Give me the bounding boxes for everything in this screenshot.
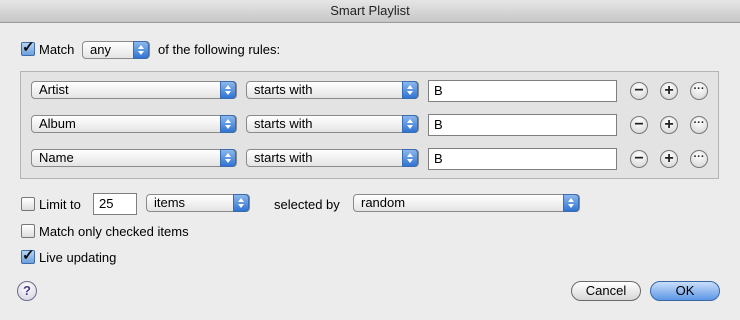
remove-rule-button[interactable]: − <box>630 150 648 168</box>
selected-by-value: random <box>361 195 406 210</box>
rule-operator-value: starts with <box>254 82 313 97</box>
limit-amount-field[interactable]: 25 <box>93 193 137 215</box>
chevron-updown-icon <box>133 41 149 59</box>
chevron-updown-icon <box>402 81 418 99</box>
rule-operator-popup[interactable]: starts with <box>246 115 419 133</box>
checkmark-icon: ✓ <box>22 247 35 264</box>
match-checked-label: Match only checked items <box>39 224 189 239</box>
rule-field-value: Name <box>39 150 74 165</box>
smart-playlist-dialog: Smart Playlist ✓ Match any of the follow… <box>0 0 740 320</box>
rule-operator-popup[interactable]: starts with <box>246 81 419 99</box>
rule-value-field[interactable]: B <box>428 114 617 136</box>
rule-field-popup[interactable]: Album <box>31 115 237 133</box>
selected-by-label: selected by <box>274 197 340 212</box>
selected-by-popup[interactable]: random <box>353 194 580 212</box>
limit-label: Limit to <box>39 197 81 212</box>
add-rule-button[interactable]: + <box>660 82 678 100</box>
more-rule-button[interactable]: ··· <box>690 150 708 168</box>
add-rule-button[interactable]: + <box>660 150 678 168</box>
checkmark-icon: ✓ <box>22 39 35 56</box>
match-mode-value: any <box>90 42 111 57</box>
limit-unit-value: items <box>154 195 186 210</box>
live-updating-checkbox[interactable]: ✓ <box>21 247 35 264</box>
help-button[interactable]: ? <box>17 281 37 301</box>
rule-operator-popup[interactable]: starts with <box>246 149 419 167</box>
rule-value-field[interactable]: B <box>428 148 617 170</box>
add-rule-button[interactable]: + <box>660 116 678 134</box>
rule-field-value: Artist <box>39 82 69 97</box>
match-label: Match <box>39 42 75 57</box>
chevron-updown-icon <box>233 194 249 212</box>
more-rule-button[interactable]: ··· <box>690 82 708 100</box>
ok-button[interactable]: OK <box>650 281 720 301</box>
chevron-updown-icon <box>402 115 418 133</box>
rule-value-field[interactable]: B <box>428 80 617 102</box>
rule-operator-value: starts with <box>254 150 313 165</box>
rule-field-value: Album <box>39 116 76 131</box>
chevron-updown-icon <box>220 149 236 167</box>
live-updating-label: Live updating <box>39 250 117 265</box>
chevron-updown-icon <box>402 149 418 167</box>
chevron-updown-icon <box>220 115 236 133</box>
match-checked-checkbox[interactable] <box>21 224 35 238</box>
rule-field-popup[interactable]: Artist <box>31 81 237 99</box>
remove-rule-button[interactable]: − <box>630 116 648 134</box>
rule-operator-value: starts with <box>254 116 313 131</box>
chevron-updown-icon <box>563 194 579 212</box>
limit-checkbox[interactable] <box>21 197 35 211</box>
match-checkbox[interactable]: ✓ <box>21 39 35 56</box>
limit-unit-popup[interactable]: items <box>146 194 250 212</box>
chevron-updown-icon <box>220 81 236 99</box>
rule-field-popup[interactable]: Name <box>31 149 237 167</box>
window-title: Smart Playlist <box>0 0 740 23</box>
cancel-button[interactable]: Cancel <box>571 281 641 301</box>
match-suffix-label: of the following rules: <box>158 42 281 57</box>
remove-rule-button[interactable]: − <box>630 82 648 100</box>
match-mode-popup[interactable]: any <box>82 41 150 59</box>
more-rule-button[interactable]: ··· <box>690 116 708 134</box>
